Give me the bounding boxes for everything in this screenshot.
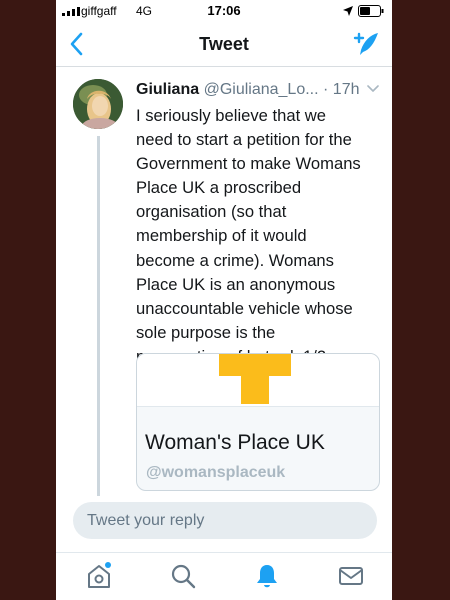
- page-title: Tweet: [199, 34, 249, 54]
- tweet-line: Place UK is an anonymous: [136, 274, 336, 294]
- phone-screen: giffgaff 4G 17:06 Tweet Giuliana @Giulia…: [56, 0, 392, 600]
- card-image: [137, 354, 379, 407]
- reply-input[interactable]: [73, 502, 377, 539]
- home-icon[interactable]: [84, 561, 114, 591]
- tweet-line: I seriously believe that we: [136, 106, 327, 125]
- tweet-header: Giuliana @Giuliana_Lo... · 17h: [136, 81, 386, 101]
- thread-line: [97, 136, 100, 496]
- chevron-down-icon[interactable]: [367, 85, 379, 93]
- tweet-line: unaccountable vehicle whose: [136, 298, 353, 318]
- tweet-line: Government to make Womans: [136, 154, 361, 174]
- notifications-icon[interactable]: [252, 561, 282, 591]
- card-title: Woman's Place UK: [145, 431, 325, 454]
- tweet-line: organisation (so that: [136, 202, 287, 222]
- compose-tweet-icon[interactable]: [352, 30, 380, 58]
- tweet-line: need to start a petition for the: [136, 130, 352, 150]
- womans-place-logo: [219, 354, 291, 404]
- location-icon: [343, 6, 353, 16]
- avatar[interactable]: [73, 79, 123, 129]
- tweet-line: membership of it would: [136, 226, 307, 246]
- navigation-bar: Tweet: [56, 22, 392, 67]
- tweet-line: sole purpose is the: [136, 322, 276, 342]
- tweet-line: Place UK a proscribed: [136, 178, 302, 198]
- messages-icon[interactable]: [336, 561, 366, 591]
- author-name[interactable]: Giuliana: [136, 81, 199, 98]
- search-icon[interactable]: [168, 561, 198, 591]
- author-handle[interactable]: @Giuliana_Lo...: [204, 81, 319, 98]
- tweet-text: I seriously believe that we need to star…: [136, 104, 388, 369]
- battery-icon: [358, 5, 384, 17]
- link-card[interactable]: Woman's Place UK @womansplaceuk: [136, 353, 380, 491]
- tweet-time: · 17h: [323, 81, 360, 98]
- status-bar: giffgaff 4G 17:06: [56, 0, 392, 22]
- status-time: 17:06: [207, 3, 241, 18]
- card-handle: @womansplaceuk: [146, 464, 286, 481]
- tweet-line: become a crime). Womans: [136, 250, 334, 270]
- tab-bar: [56, 552, 392, 600]
